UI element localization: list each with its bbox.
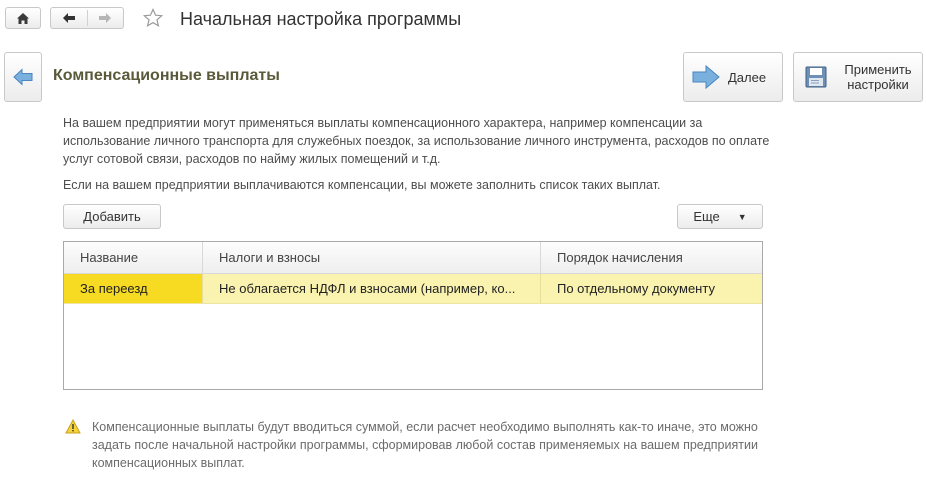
star-icon <box>143 8 163 28</box>
apply-settings-button[interactable]: Применить настройки <box>793 52 923 102</box>
more-label: Еще <box>693 209 720 224</box>
note-line: Компенсационные выплаты будут вводиться … <box>92 420 758 434</box>
forward-button[interactable] <box>88 8 124 28</box>
page-title: Компенсационные выплаты <box>53 67 280 84</box>
column-header-accrual[interactable]: Порядок начисления <box>540 242 762 273</box>
column-header-taxes[interactable]: Налоги и взносы <box>202 242 540 273</box>
next-button[interactable]: Далее <box>683 52 783 102</box>
arrow-left-icon <box>62 13 75 23</box>
table-cell[interactable]: По отдельному документу <box>540 274 762 303</box>
more-menu-button[interactable]: Еще ▼ <box>677 204 763 229</box>
back-step-button[interactable] <box>4 52 42 102</box>
apply-label-line1: Применить <box>844 62 912 77</box>
next-button-label: Далее <box>728 69 767 85</box>
description-line: На вашем предприятии могут применяться в… <box>63 116 703 130</box>
favorite-button[interactable] <box>142 7 164 29</box>
home-icon <box>17 12 29 24</box>
column-header-name[interactable]: Название <box>64 242 202 273</box>
apply-settings-label: Применить настройки <box>838 62 918 92</box>
apply-label-line2: настройки <box>847 77 909 92</box>
chevron-down-icon: ▼ <box>737 211 747 222</box>
home-button[interactable] <box>5 7 41 29</box>
table-cell[interactable]: Не облагается НДФЛ и взносами (например,… <box>202 274 540 303</box>
window-title: Начальная настройка программы <box>180 9 462 29</box>
arrow-right-icon <box>99 13 112 23</box>
table-header: Название Налоги и взносы Порядок начисле… <box>64 242 762 274</box>
compensations-table: Название Налоги и взносы Порядок начисле… <box>63 241 763 390</box>
back-button[interactable] <box>51 8 87 28</box>
arrow-left-icon <box>13 68 33 86</box>
warning-icon <box>65 418 81 434</box>
arrow-right-icon <box>684 64 728 90</box>
add-button[interactable]: Добавить <box>63 204 161 229</box>
note-line: задать после начальной настройки програм… <box>92 438 758 452</box>
description-line: услуг сотовой связи, расходов по найму ж… <box>63 152 441 166</box>
table-row[interactable]: За переезд Не облагается НДФЛ и взносами… <box>64 274 762 304</box>
note-line: компенсационных выплат. <box>92 456 245 470</box>
history-navigation <box>50 7 124 29</box>
save-icon <box>794 66 838 88</box>
note-text: Компенсационные выплаты будут вводиться … <box>92 418 812 472</box>
description-text: На вашем предприятии могут применяться в… <box>63 114 803 168</box>
description-hint: Если на вашем предприятии выплачиваются … <box>63 178 661 192</box>
description-line: использование личного транспорта для слу… <box>63 134 770 148</box>
table-cell[interactable]: За переезд <box>64 274 202 303</box>
